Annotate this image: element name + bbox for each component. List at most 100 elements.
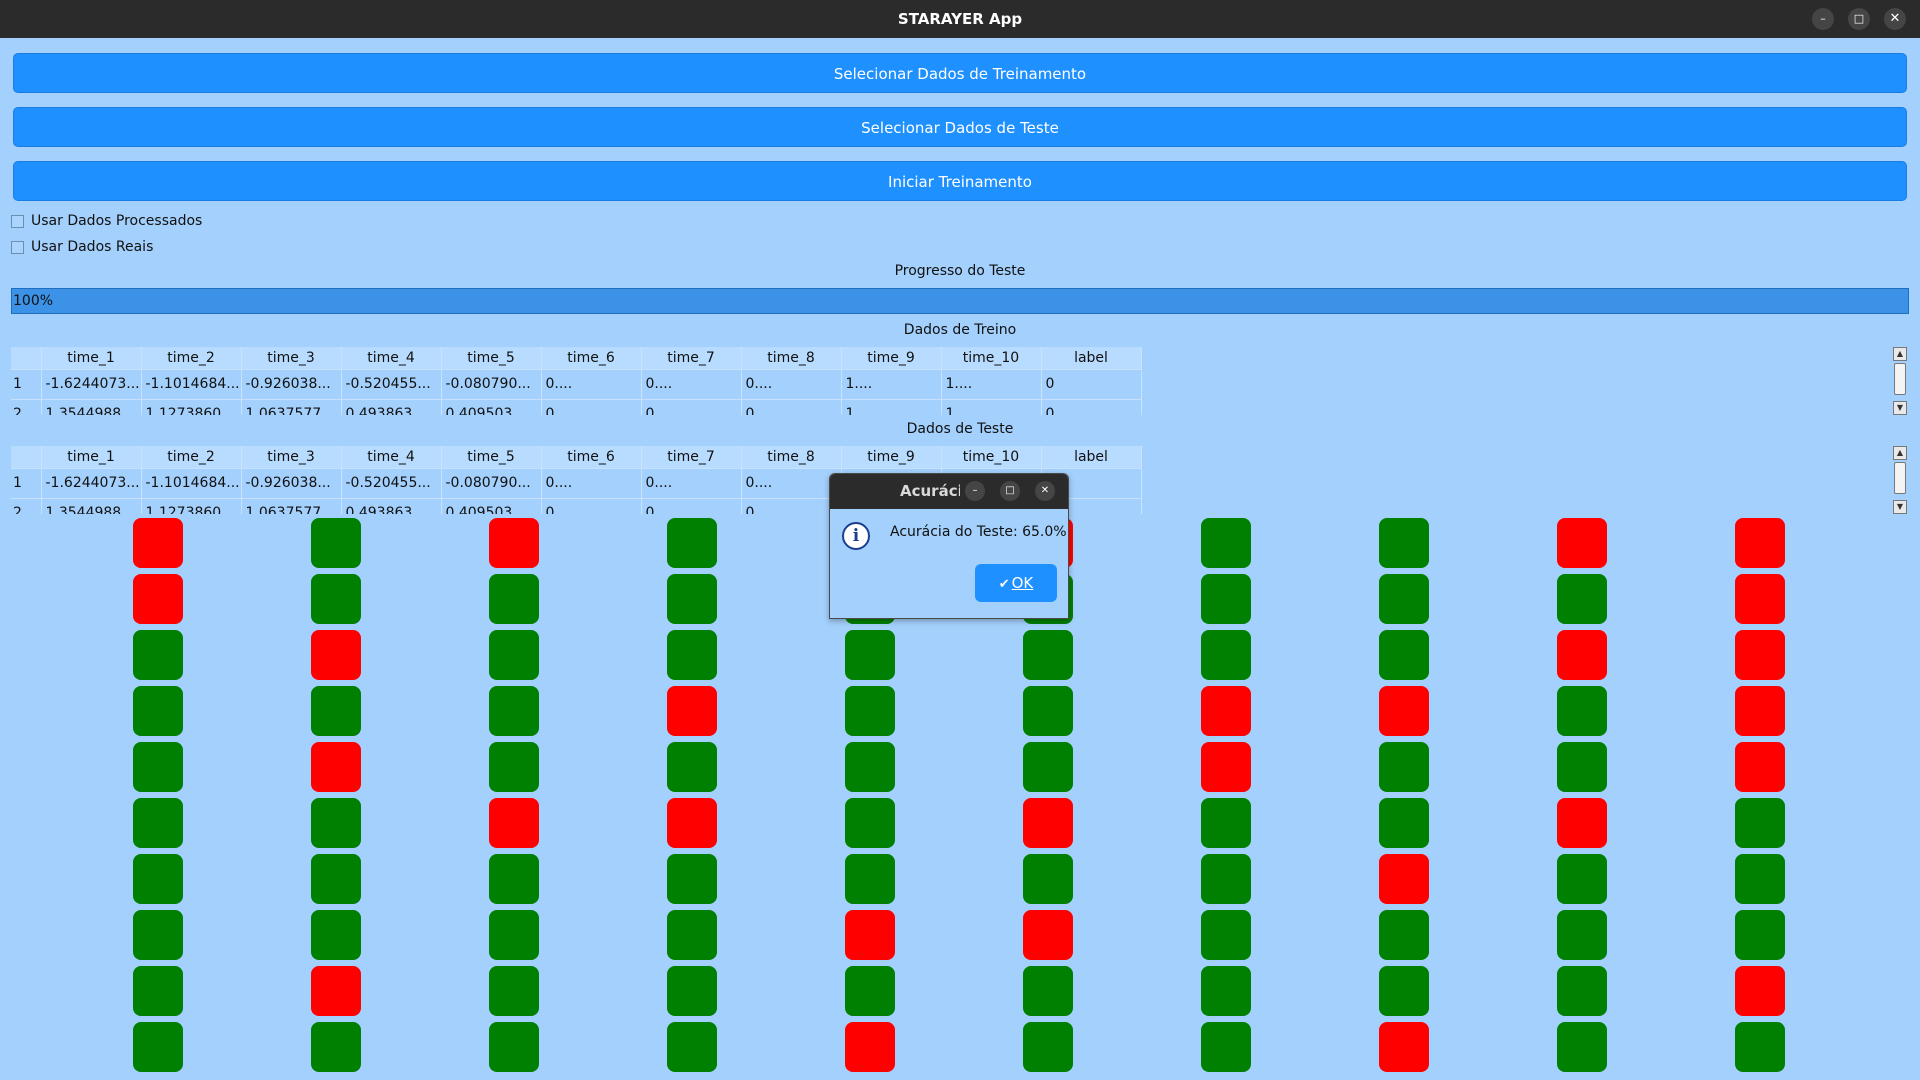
table-row[interactable]: 2 1.3544988 1.1273860 1.0637577 0.493863 0.40… <box>11 399 1142 415</box>
table-cell[interactable]: 0 <box>541 399 642 415</box>
table-cell[interactable]: 0 <box>1041 399 1142 415</box>
start-training-button[interactable]: Iniciar Treinamento <box>13 161 1907 201</box>
row-index[interactable]: 1 <box>11 468 42 499</box>
column-header[interactable]: time_2 <box>141 347 242 370</box>
ok-button[interactable]: ✔ OK <box>975 564 1057 602</box>
table-cell[interactable]: 1.3544988 <box>41 498 142 514</box>
column-header[interactable]: time_8 <box>741 446 842 469</box>
table-cell[interactable]: -1.1014684... <box>141 369 242 400</box>
select-test-data-button[interactable]: Selecionar Dados de Teste <box>13 107 1907 147</box>
table-cell[interactable]: 0.... <box>641 369 742 400</box>
table-cell[interactable]: 0 <box>641 399 742 415</box>
column-header[interactable]: label <box>1041 347 1142 370</box>
table-cell[interactable]: -0.520455... <box>341 369 442 400</box>
result-cell-wrong <box>667 798 717 848</box>
table-cell[interactable]: 1.0637577 <box>241 498 342 514</box>
table-cell[interactable]: -0.926038... <box>241 369 342 400</box>
result-cell-correct <box>1557 854 1607 904</box>
table-cell[interactable]: 1 <box>841 399 942 415</box>
column-header[interactable]: time_6 <box>541 446 642 469</box>
table-cell[interactable]: -0.080790... <box>441 369 542 400</box>
table-cell[interactable]: -0.520455... <box>341 468 442 499</box>
scroll-thumb[interactable] <box>1894 462 1906 494</box>
table-cell[interactable]: 0 <box>541 498 642 514</box>
row-index[interactable]: 2 <box>11 498 42 514</box>
table-cell[interactable]: 0 <box>741 399 842 415</box>
table-cell[interactable]: 0.409503 <box>441 399 542 415</box>
minimize-button[interactable]: – <box>1812 8 1834 30</box>
scroll-down-icon[interactable]: ▼ <box>1893 500 1907 514</box>
table-cell[interactable]: 0.... <box>641 468 742 499</box>
column-header[interactable]: time_3 <box>241 347 342 370</box>
test-table-scrollbar[interactable]: ▲ ▼ <box>1893 446 1907 514</box>
training-data-table[interactable]: time_1 time_2 time_3 time_4 time_5 time_6 time… <box>11 347 1143 415</box>
column-header[interactable]: time_5 <box>441 446 542 469</box>
table-cell[interactable]: 0.... <box>541 369 642 400</box>
training-table-scrollbar[interactable]: ▲ ▼ <box>1893 347 1907 415</box>
table-cell[interactable]: 1.... <box>841 369 942 400</box>
dialog-close-button[interactable]: ✕ <box>1035 481 1055 501</box>
column-header[interactable]: time_3 <box>241 446 342 469</box>
table-cell[interactable]: 0.... <box>741 369 842 400</box>
table-cell[interactable]: 1.... <box>941 369 1042 400</box>
table-cell[interactable]: -1.6244073... <box>41 468 142 499</box>
result-cell-correct <box>133 910 183 960</box>
table-cell[interactable]: 1 <box>941 399 1042 415</box>
column-header[interactable]: time_6 <box>541 347 642 370</box>
column-header[interactable]: label <box>1041 446 1142 469</box>
table-cell[interactable]: 0 <box>641 498 742 514</box>
use-real-data-checkbox[interactable]: Usar Dados Reais <box>11 237 153 257</box>
scroll-thumb[interactable] <box>1894 363 1906 395</box>
table-cell[interactable]: 0.... <box>741 468 842 499</box>
table-cell[interactable]: -0.926038... <box>241 468 342 499</box>
column-header[interactable]: time_5 <box>441 347 542 370</box>
checkbox-box[interactable] <box>11 214 24 228</box>
column-header[interactable]: time_1 <box>41 446 142 469</box>
scroll-down-icon[interactable]: ▼ <box>1893 401 1907 415</box>
table-cell[interactable]: 1.0637577 <box>241 399 342 415</box>
table-cell[interactable]: -1.6244073... <box>41 369 142 400</box>
table-cell[interactable]: 0 <box>1041 369 1142 400</box>
checkbox-label: Usar Dados Reais <box>31 239 154 255</box>
column-header[interactable]: time_7 <box>641 446 742 469</box>
column-header[interactable]: time_9 <box>841 446 942 469</box>
result-cell-correct <box>1379 574 1429 624</box>
checkbox-box[interactable] <box>11 240 24 254</box>
result-cell-correct <box>1023 742 1073 792</box>
table-header-row: time_1 time_2 time_3 time_4 time_5 time_6 time… <box>11 446 1142 469</box>
maximize-button[interactable]: □ <box>1848 8 1870 30</box>
column-header[interactable]: time_10 <box>941 347 1042 370</box>
select-training-data-button[interactable]: Selecionar Dados de Treinamento <box>13 53 1907 93</box>
dialog-maximize-button[interactable]: □ <box>1000 481 1020 501</box>
close-button[interactable]: ✕ <box>1884 8 1906 30</box>
table-cell[interactable]: 0 <box>741 498 842 514</box>
table-cell[interactable]: -1.1014684... <box>141 468 242 499</box>
scroll-up-icon[interactable]: ▲ <box>1893 347 1907 361</box>
result-cell-correct <box>1201 854 1251 904</box>
table-cell[interactable]: 0.409503 <box>441 498 542 514</box>
table-cell[interactable]: 1.3544988 <box>41 399 142 415</box>
column-header[interactable]: time_7 <box>641 347 742 370</box>
table-cell[interactable]: -0.080790... <box>441 468 542 499</box>
column-header[interactable]: time_10 <box>941 446 1042 469</box>
column-header[interactable]: time_4 <box>341 347 442 370</box>
column-header[interactable]: time_1 <box>41 347 142 370</box>
result-cell-correct <box>667 854 717 904</box>
column-header[interactable]: time_8 <box>741 347 842 370</box>
column-header[interactable]: time_4 <box>341 446 442 469</box>
table-cell[interactable]: 1.1273860 <box>141 498 242 514</box>
use-processed-data-checkbox[interactable]: Usar Dados Processados <box>11 211 202 231</box>
column-header[interactable]: time_2 <box>141 446 242 469</box>
table-cell[interactable]: 0.... <box>541 468 642 499</box>
dialog-minimize-button[interactable]: – <box>965 481 985 501</box>
result-cell-wrong <box>1379 854 1429 904</box>
column-header[interactable]: time_9 <box>841 347 942 370</box>
row-index[interactable]: 1 <box>11 369 42 400</box>
result-cell-wrong <box>1735 742 1785 792</box>
table-cell[interactable]: 0.493863 <box>341 498 442 514</box>
table-cell[interactable]: 1.1273860 <box>141 399 242 415</box>
scroll-up-icon[interactable]: ▲ <box>1893 446 1907 460</box>
table-cell[interactable]: 0.493863 <box>341 399 442 415</box>
table-row[interactable]: 1 -1.6244073... -1.1014684... -0.926038... -… <box>11 369 1142 400</box>
row-index[interactable]: 2 <box>11 399 42 415</box>
